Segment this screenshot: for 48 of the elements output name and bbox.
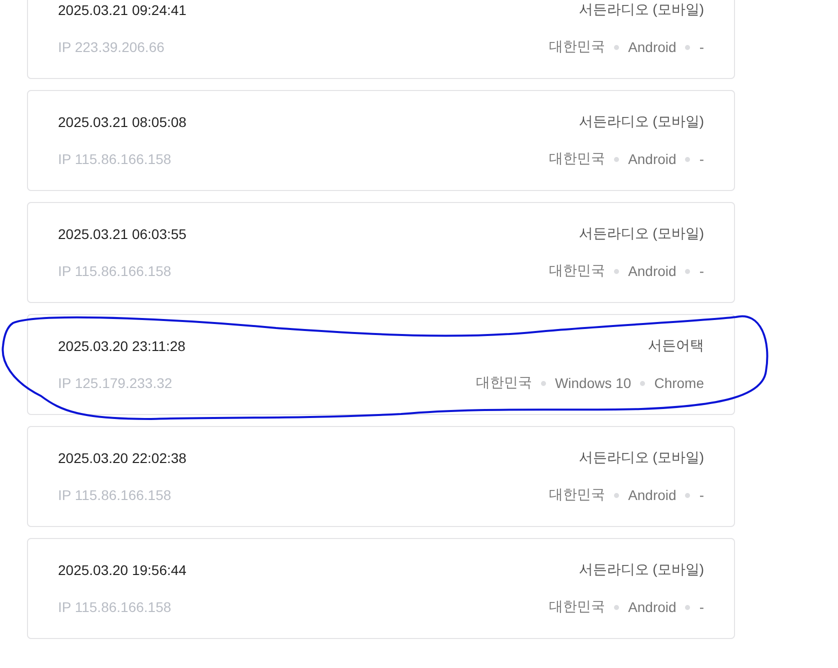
separator-dot-icon [685, 44, 690, 50]
separator-dot-icon [685, 604, 690, 610]
separator-dot-icon [640, 380, 646, 386]
ip-address: IP 115.86.166.158 [58, 263, 172, 279]
separator-dot-icon [540, 380, 546, 386]
service-name: 서든어택 [648, 337, 704, 355]
service-name: 서든라디오 (모바일) [578, 225, 704, 243]
session-detail: Android [628, 263, 676, 279]
login-time: 2025.03.21 08:05:08 [58, 114, 186, 130]
login-time: 2025.03.20 19:56:44 [58, 562, 186, 578]
login-time: 2025.03.21 06:03:55 [58, 226, 186, 242]
ip-address: IP 115.86.166.158 [58, 487, 172, 503]
session-detail: - [699, 263, 704, 279]
separator-dot-icon [614, 604, 620, 610]
session-detail: 대한민국 [549, 38, 606, 56]
login-time: 2025.03.20 23:11:28 [58, 338, 186, 354]
session-detail: Windows 10 [554, 375, 632, 391]
separator-dot-icon [614, 156, 620, 162]
ip-address: IP 125.179.233.32 [58, 375, 172, 391]
separator-dot-icon [614, 268, 620, 274]
session-detail: 대한민국 [549, 486, 606, 504]
service-name: 서든라디오 (모바일) [578, 561, 704, 579]
ip-address: IP 115.86.166.158 [58, 599, 172, 615]
session-detail: Chrome [654, 375, 704, 391]
separator-dot-icon [685, 268, 690, 274]
session-detail: 대한민국 [549, 150, 606, 168]
separator-dot-icon [614, 492, 620, 498]
service-name: 서든라디오 (모바일) [578, 449, 704, 467]
session-detail: - [699, 151, 704, 167]
session-detail: Android [628, 487, 676, 503]
session-detail: - [699, 599, 704, 615]
separator-dot-icon [685, 492, 690, 498]
separator-dot-icon [614, 44, 620, 50]
session-detail: 대한민국 [476, 374, 532, 392]
login-time: 2025.03.21 09:24:41 [58, 2, 186, 18]
service-name: 서든라디오 (모바일) [578, 1, 704, 19]
service-name: 서든라디오 (모바일) [578, 113, 704, 131]
separator-dot-icon [685, 156, 690, 162]
session-detail: Android [628, 151, 676, 167]
session-detail: - [699, 39, 704, 55]
session-detail: Android [628, 39, 676, 55]
session-detail: 대한민국 [549, 262, 606, 280]
login-time: 2025.03.20 22:02:38 [58, 450, 186, 466]
ip-address: IP 115.86.166.158 [58, 151, 172, 167]
session-detail: 대한민국 [549, 598, 606, 616]
ip-address: IP 223.39.206.66 [58, 39, 164, 55]
session-detail: Android [628, 599, 676, 615]
session-detail: - [699, 487, 704, 503]
